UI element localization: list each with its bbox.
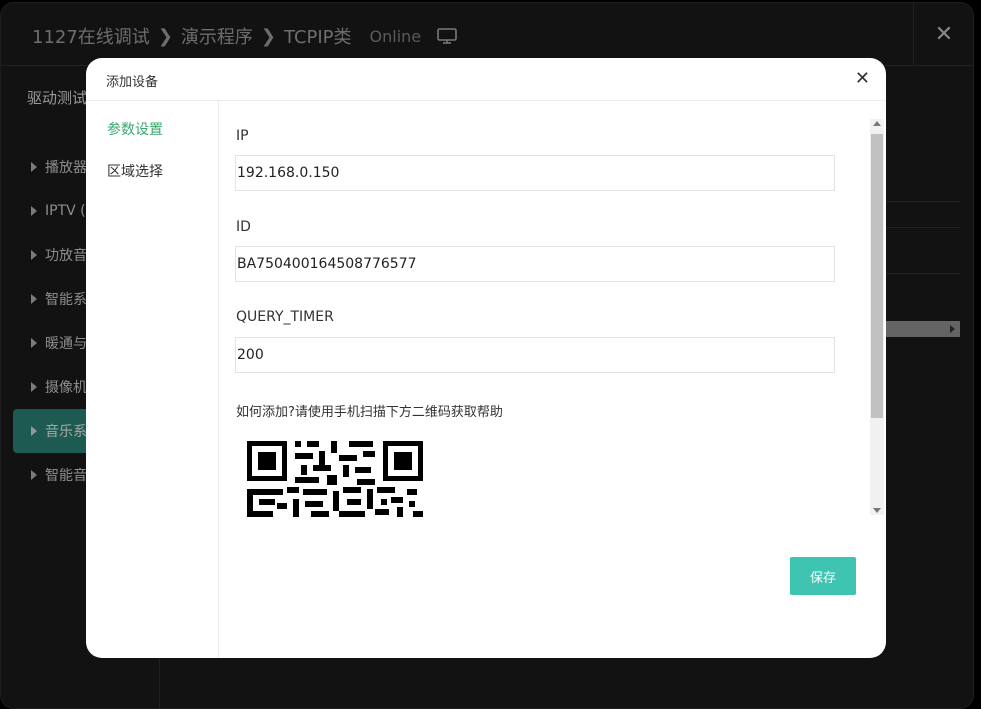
qr-code-icon (247, 441, 423, 517)
query-timer-label: QUERY_TIMER (236, 309, 334, 325)
dialog-scrollbar[interactable] (870, 119, 884, 515)
close-icon[interactable]: ✕ (855, 70, 870, 88)
id-field[interactable]: BA750400164508776577 (235, 246, 835, 282)
dialog-title: 添加设备 (106, 75, 159, 90)
scroll-up-icon[interactable] (873, 121, 881, 126)
query-timer-field[interactable]: 200 (235, 337, 835, 373)
nav-item-area-selection[interactable]: 区域选择 (107, 161, 163, 181)
scroll-down-icon[interactable] (873, 508, 881, 513)
save-button[interactable]: 保存 (790, 557, 856, 595)
dialog-header: 添加设备 ✕ (86, 58, 886, 101)
help-text: 如何添加?请使用手机扫描下方二维码获取帮助 (236, 405, 503, 420)
nav-item-parameter-settings[interactable]: 参数设置 (107, 119, 163, 139)
id-label: ID (236, 219, 251, 235)
ip-field[interactable]: 192.168.0.150 (235, 155, 835, 191)
dialog-nav: 参数设置 区域选择 (86, 101, 219, 658)
ip-label: IP (236, 128, 249, 144)
dialog-content: IP 192.168.0.150 ID BA750400164508776577… (219, 101, 886, 658)
scroll-thumb[interactable] (871, 134, 883, 418)
add-device-dialog: 添加设备 ✕ 参数设置 区域选择 IP 192.168.0.150 ID BA7… (86, 58, 886, 658)
